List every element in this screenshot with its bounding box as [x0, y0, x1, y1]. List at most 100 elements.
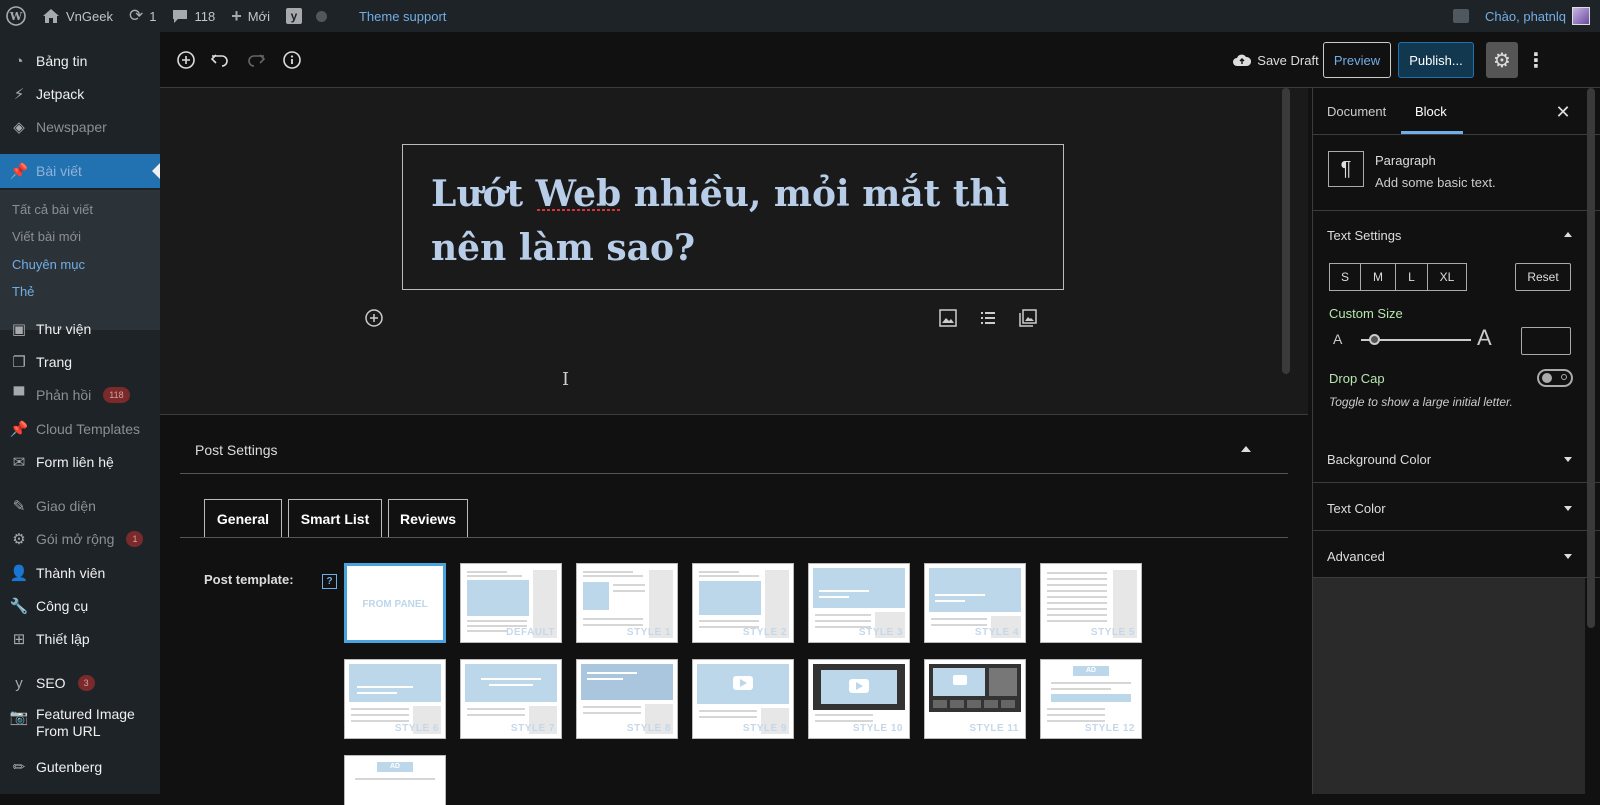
help-button[interactable]: ? — [322, 574, 337, 589]
template-label: STYLE 1 — [626, 627, 671, 638]
drop-cap-help: Toggle to show a large initial letter. — [1329, 395, 1513, 409]
size-s-button[interactable]: S — [1329, 263, 1361, 291]
undo-button[interactable] — [206, 42, 234, 78]
block-name: Paragraph — [1375, 153, 1436, 168]
slider-handle[interactable] — [1369, 334, 1380, 345]
size-l-button[interactable]: L — [1395, 263, 1428, 291]
template-style-12[interactable]: AD STYLE 12 — [1040, 659, 1142, 739]
submenu-categories[interactable]: Chuyên mục — [12, 257, 85, 272]
yoast-icon: y — [15, 674, 23, 692]
template-style-5[interactable]: STYLE 5 — [1040, 563, 1142, 643]
template-style-2[interactable]: STYLE 2 — [692, 563, 794, 643]
submenu-new-post[interactable]: Viết bài mới — [12, 229, 81, 244]
template-preview: STYLE 11 — [929, 664, 1021, 734]
post-title-block[interactable]: Lướt Web nhiều, mỏi mắt thì nên làm sao? — [402, 144, 1064, 290]
drop-cap-toggle[interactable] — [1537, 369, 1573, 387]
post-title[interactable]: Lướt Web nhiều, mỏi mắt thì nên làm sao? — [431, 167, 1035, 275]
yoast-seo-link[interactable]: y — [278, 0, 335, 32]
sidebar-scrollbar[interactable] — [1587, 88, 1595, 628]
sidebar-item-media[interactable]: ▣ Thư viện — [0, 312, 160, 346]
size-xl-button[interactable]: XL — [1427, 263, 1467, 291]
sidebar-item-gutenberg[interactable]: ✏ Gutenberg — [0, 750, 160, 784]
sidebar-item-seo[interactable]: y SEO 3 — [0, 666, 160, 700]
submenu-tags[interactable]: Thẻ — [12, 284, 34, 299]
template-style-10[interactable]: STYLE 10 — [808, 659, 910, 739]
comments-link[interactable]: 118 — [164, 0, 223, 32]
advanced-heading[interactable]: Advanced — [1327, 549, 1385, 564]
custom-size-input[interactable] — [1521, 327, 1571, 355]
template-style-8[interactable]: STYLE 8 — [576, 659, 678, 739]
close-sidebar-button[interactable]: ✕ — [1551, 100, 1575, 124]
settings-toggle-button[interactable]: ⚙ — [1486, 42, 1518, 78]
template-preview: STYLE 7 — [465, 664, 557, 734]
theme-support-link[interactable]: Theme support — [351, 0, 454, 32]
vertical-ellipsis-icon: ⋮ — [1526, 49, 1546, 72]
insert-list-button[interactable] — [978, 308, 998, 333]
sidebar-item-pages[interactable]: ❐ Trang — [0, 345, 160, 379]
updates-link[interactable]: ⟳ 1 — [121, 0, 164, 32]
add-block-button[interactable] — [172, 42, 200, 78]
sidebar-item-dashboard[interactable]: ◔ Bảng tin — [0, 44, 160, 78]
tab-document[interactable]: Document — [1327, 104, 1386, 119]
comments-badge: 118 — [103, 387, 130, 403]
sidebar-item-newspaper[interactable]: ◈ Newspaper — [0, 110, 160, 144]
template-style-4[interactable]: STYLE 4 — [924, 563, 1026, 643]
text-color-heading[interactable]: Text Color — [1327, 501, 1386, 516]
sidebar-item-featured-image[interactable]: 📷 Featured Image From URL — [0, 706, 160, 746]
new-content-link[interactable]: + Mới — [223, 0, 278, 32]
wrench-icon: 🔧 — [9, 598, 29, 615]
text-settings-heading[interactable]: Text Settings — [1327, 228, 1401, 243]
sidebar-item-comments[interactable]: ▀ Phản hồi 118 — [0, 378, 160, 412]
template-preview: STYLE 10 — [813, 664, 905, 734]
sidebar-item-appearance[interactable]: ✎ Giao diện — [0, 489, 160, 523]
sidebar-item-contact-form[interactable]: ✉ Form liên hệ — [0, 445, 160, 479]
size-m-button[interactable]: M — [1360, 263, 1396, 291]
wordpress-logo-button[interactable]: W — [0, 0, 34, 32]
template-style-9[interactable]: STYLE 9 — [692, 659, 794, 739]
undo-icon — [210, 54, 228, 67]
background-color-heading[interactable]: Background Color — [1327, 452, 1431, 467]
submenu-all-posts[interactable]: Tất cả bài viết — [12, 202, 93, 217]
template-style-7[interactable]: STYLE 7 — [460, 659, 562, 739]
editor-scrollbar[interactable] — [1282, 88, 1290, 374]
account-menu[interactable]: Chào, phatnlq — [1477, 0, 1600, 32]
save-draft-button[interactable]: Save Draft — [1220, 42, 1332, 78]
toggle-knob — [1542, 373, 1552, 383]
sidebar-item-label: Thiết lập — [36, 631, 90, 647]
sidebar-item-settings[interactable]: ⊞ Thiết lập — [0, 622, 160, 656]
info-button[interactable] — [278, 42, 306, 78]
template-style-1[interactable]: STYLE 1 — [576, 563, 678, 643]
tab-general[interactable]: General — [204, 499, 282, 538]
tab-reviews[interactable]: Reviews — [388, 499, 468, 538]
preview-button[interactable]: Preview — [1323, 42, 1391, 78]
sidebar-item-tools[interactable]: 🔧 Công cụ — [0, 589, 160, 623]
home-icon — [43, 9, 59, 23]
sidebar-item-plugins[interactable]: ⚙ Gói mở rộng 1 — [0, 522, 160, 556]
collapse-panel-button[interactable] — [1236, 439, 1256, 459]
tab-block[interactable]: Block — [1415, 104, 1447, 119]
insert-gallery-button[interactable] — [1018, 308, 1038, 333]
template-label: STYLE 10 — [852, 723, 903, 734]
drop-cap-label: Drop Cap — [1329, 371, 1385, 386]
notification-button[interactable] — [1445, 0, 1477, 32]
sidebar-item-cloud-templates[interactable]: 📌 Cloud Templates — [0, 412, 160, 446]
sidebar-item-users[interactable]: 👤 Thành viên — [0, 556, 160, 590]
template-preview: STYLE 8 — [581, 664, 673, 734]
template-style-3[interactable]: STYLE 3 — [808, 563, 910, 643]
site-name-link[interactable]: VnGeek — [34, 0, 121, 32]
template-default[interactable]: DEFAULT — [460, 563, 562, 643]
tab-smart-list[interactable]: Smart List — [288, 499, 382, 538]
template-ad-variant[interactable]: AD — [344, 755, 446, 805]
inserter-button[interactable] — [364, 308, 384, 333]
sidebar-item-jetpack[interactable]: ⚡ Jetpack — [0, 77, 160, 111]
sidebar-item-posts[interactable]: 📌 Bài viết — [0, 154, 160, 188]
insert-image-button[interactable] — [938, 308, 958, 333]
template-style-6[interactable]: STYLE 6 — [344, 659, 446, 739]
publish-button[interactable]: Publish... — [1398, 42, 1474, 78]
template-style-11[interactable]: STYLE 11 — [924, 659, 1026, 739]
reset-size-button[interactable]: Reset — [1515, 263, 1571, 291]
template-from-panel[interactable]: FROM PANEL — [344, 563, 446, 643]
more-options-button[interactable]: ⋮ — [1524, 42, 1548, 78]
image-icon — [939, 309, 957, 327]
redo-button[interactable] — [242, 42, 270, 78]
